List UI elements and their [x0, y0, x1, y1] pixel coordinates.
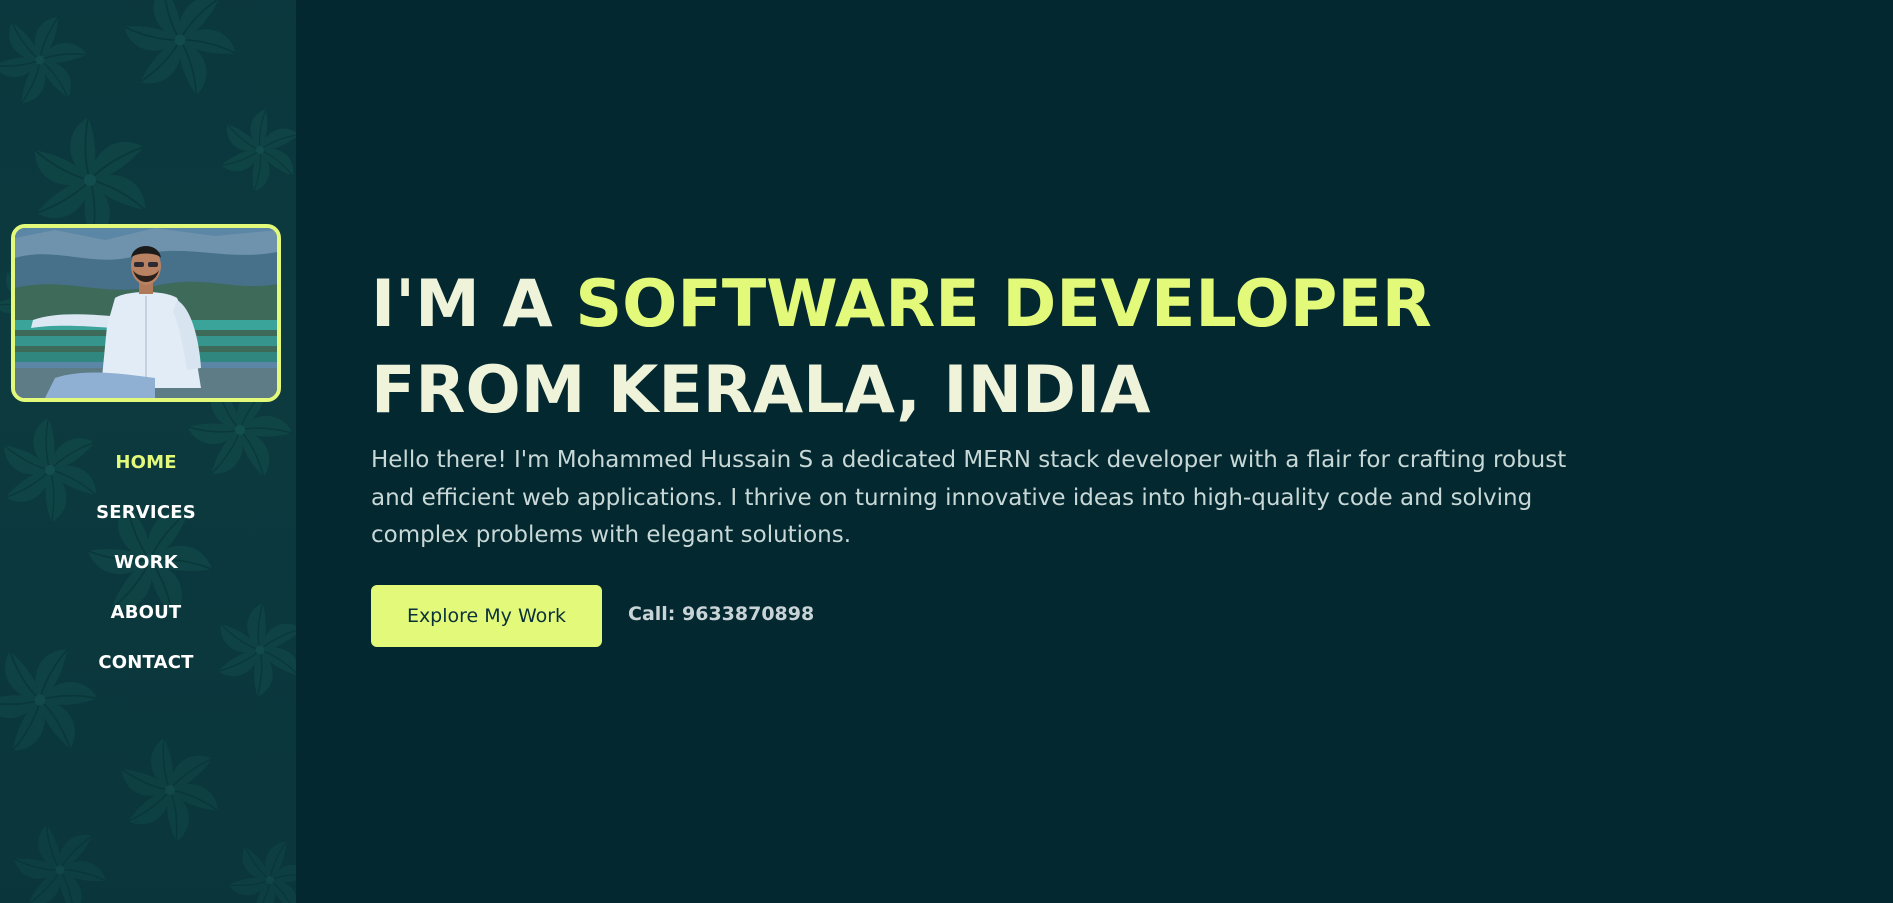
explore-work-button[interactable]: Explore My Work: [371, 584, 602, 647]
call-phone-link[interactable]: Call: 9633870898: [628, 603, 814, 625]
nav-item-services[interactable]: SERVICES: [96, 496, 196, 546]
profile-photo-illustration: [15, 228, 277, 398]
page: HOME SERVICES WORK ABOUT CONTACT I'M A S…: [0, 0, 1893, 903]
hero-title-line2: FROM KERALA, INDIA: [371, 353, 1151, 428]
nav-item-work[interactable]: WORK: [114, 546, 178, 596]
hero-section: I'M A SOFTWARE DEVELOPER FROM KERALA, IN…: [371, 262, 1611, 647]
cta-row: Explore My Work Call: 9633870898: [371, 584, 1611, 647]
main-nav: HOME SERVICES WORK ABOUT CONTACT: [0, 446, 292, 696]
hero-description: Hello there! I'm Mohammed Hussain S a de…: [371, 447, 1567, 548]
nav-item-about[interactable]: ABOUT: [111, 596, 182, 646]
hero-title: I'M A SOFTWARE DEVELOPER FROM KERALA, IN…: [371, 262, 1611, 434]
profile-photo: [11, 224, 281, 402]
sidebar: HOME SERVICES WORK ABOUT CONTACT: [0, 0, 296, 903]
nav-item-contact[interactable]: CONTACT: [98, 646, 193, 696]
hero-title-prefix: I'M A: [371, 267, 553, 342]
hero-title-accent: SOFTWARE DEVELOPER: [575, 267, 1432, 342]
nav-item-home[interactable]: HOME: [115, 446, 176, 496]
